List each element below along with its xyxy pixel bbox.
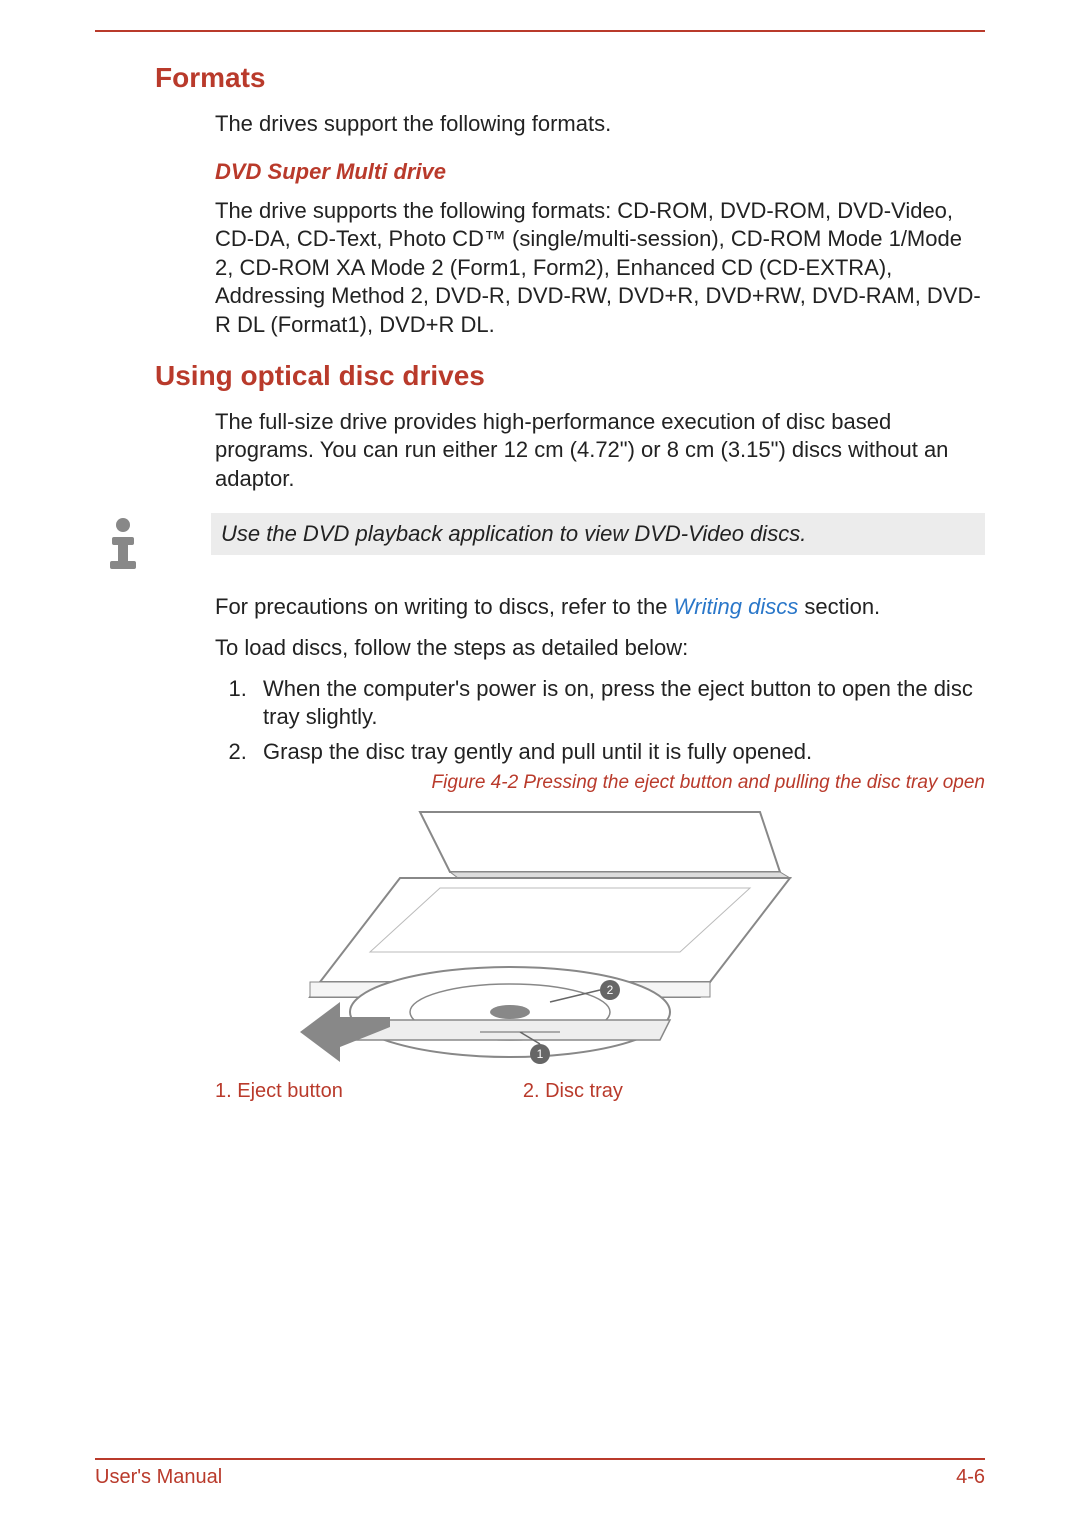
step-2: Grasp the disc tray gently and pull unti… bbox=[253, 738, 985, 767]
writing-discs-link[interactable]: Writing discs bbox=[674, 594, 799, 619]
step-1: When the computer's power is on, press t… bbox=[253, 675, 985, 732]
to-load-line: To load discs, follow the steps as detai… bbox=[215, 634, 985, 663]
precaution-line: For precautions on writing to discs, ref… bbox=[215, 593, 985, 622]
figure-4-2: 1 2 bbox=[95, 802, 985, 1072]
top-rule bbox=[95, 30, 985, 32]
dvd-super-multi-body: The drive supports the following formats… bbox=[215, 197, 985, 340]
page-footer: User's Manual 4-6 bbox=[95, 1458, 985, 1489]
figure-label-1: 1. Eject button bbox=[215, 1080, 343, 1103]
heading-formats: Formats bbox=[155, 62, 985, 94]
using-optical-body1: The full-size drive provides high-perfor… bbox=[215, 408, 985, 494]
steps-list: When the computer's power is on, press t… bbox=[215, 675, 985, 767]
figure-caption: Figure 4-2 Pressing the eject button and… bbox=[95, 772, 985, 794]
svg-text:2: 2 bbox=[607, 983, 614, 997]
precaution-post: section. bbox=[798, 594, 880, 619]
formats-intro: The drives support the following formats… bbox=[215, 110, 985, 139]
footer-left: User's Manual bbox=[95, 1466, 222, 1489]
subheading-dvd-super-multi: DVD Super Multi drive bbox=[215, 159, 985, 185]
heading-using-optical: Using optical disc drives bbox=[155, 360, 985, 392]
footer-right: 4-6 bbox=[956, 1466, 985, 1489]
laptop-disc-tray-illustration: 1 2 bbox=[280, 802, 800, 1072]
svg-text:1: 1 bbox=[537, 1047, 544, 1061]
figure-label-2: 2. Disc tray bbox=[523, 1080, 623, 1103]
info-icon bbox=[95, 513, 151, 569]
figure-labels: 1. Eject button 2. Disc tray bbox=[215, 1080, 985, 1103]
precaution-pre: For precautions on writing to discs, ref… bbox=[215, 594, 674, 619]
info-note-text: Use the DVD playback application to view… bbox=[211, 513, 985, 555]
info-note: Use the DVD playback application to view… bbox=[95, 513, 985, 569]
